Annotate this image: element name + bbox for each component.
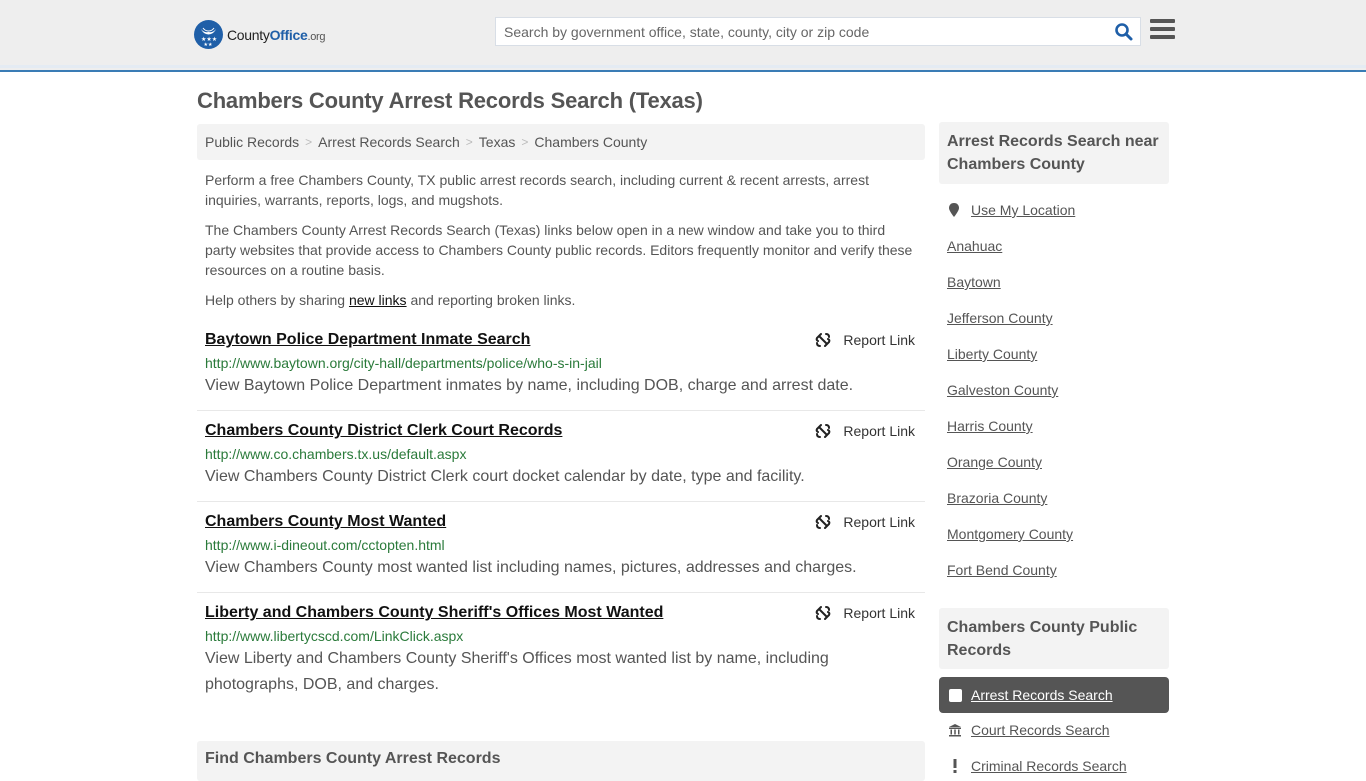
breadcrumb-separator: > xyxy=(305,135,313,149)
result-url: http://www.co.chambers.tx.us/default.asp… xyxy=(205,446,467,462)
result-item: Baytown Police Department Inmate Search … xyxy=(197,330,925,411)
nearby-link-baytown[interactable]: Baytown xyxy=(947,273,1001,291)
eagle-stars-logo-icon: ★★★ ★★ xyxy=(194,20,223,49)
nearby-link-brazoria-county[interactable]: Brazoria County xyxy=(947,489,1047,507)
result-description: View Chambers County District Clerk cour… xyxy=(205,468,805,485)
nearby-link-fort-bend-county[interactable]: Fort Bend County xyxy=(947,561,1057,579)
breadcrumb-public-records[interactable]: Public Records xyxy=(205,134,299,150)
logo-wordmark: CountyOffice.org xyxy=(227,26,326,43)
breadcrumb-separator: > xyxy=(465,135,473,149)
nearby-link-harris-county[interactable]: Harris County xyxy=(947,417,1033,435)
sidebar-item-arrest-records-search[interactable]: Arrest Records Search xyxy=(939,677,1169,713)
sidebar-item-court-records-search[interactable]: Court Records Search xyxy=(947,722,1110,738)
sidebar-item-criminal-records-search[interactable]: Criminal Records Search xyxy=(947,758,1127,774)
result-title-link[interactable]: Baytown Police Department Inmate Search xyxy=(205,330,530,350)
result-description: View Chambers County most wanted list in… xyxy=(205,559,857,576)
search-box xyxy=(495,17,1141,46)
search-icon[interactable] xyxy=(1114,22,1134,42)
hamburger-menu-icon[interactable] xyxy=(1150,19,1175,41)
breadcrumb-separator: > xyxy=(521,135,529,149)
intro-paragraph: Perform a free Chambers County, TX publi… xyxy=(205,172,869,208)
result-url: http://www.libertycscd.com/LinkClick.asp… xyxy=(205,628,464,644)
result-description: View Liberty and Chambers County Sheriff… xyxy=(205,650,829,693)
nearby-link-orange-county[interactable]: Orange County xyxy=(947,453,1042,471)
result-item: Chambers County District Clerk Court Rec… xyxy=(197,421,925,502)
help-paragraph: Help others by sharing new links and rep… xyxy=(205,292,576,308)
find-records-heading: Find Chambers County Arrest Records xyxy=(197,741,925,781)
nearby-link-anahuac[interactable]: Anahuac xyxy=(947,237,1002,255)
checkbox-icon xyxy=(949,688,962,702)
result-item: Chambers County Most Wanted Report Link … xyxy=(197,512,925,593)
broken-link-icon xyxy=(816,606,831,620)
nearby-heading: Arrest Records Search near Chambers Coun… xyxy=(939,122,1169,184)
map-pin-icon xyxy=(949,203,959,217)
result-url: http://www.baytown.org/city-hall/departm… xyxy=(205,355,602,371)
disclaimer-paragraph: The Chambers County Arrest Records Searc… xyxy=(205,222,913,278)
exclamation-icon xyxy=(947,759,963,773)
nearby-link-galveston-county[interactable]: Galveston County xyxy=(947,381,1058,399)
svg-text:★★: ★★ xyxy=(204,42,213,48)
result-title-link[interactable]: Liberty and Chambers County Sheriff's Of… xyxy=(205,603,663,623)
site-header: ★★★ ★★ CountyOffice.org xyxy=(0,0,1366,72)
public-records-heading: Chambers County Public Records xyxy=(939,608,1169,669)
report-link-button[interactable]: Report Link xyxy=(815,605,915,621)
breadcrumb-texas[interactable]: Texas xyxy=(479,134,516,150)
broken-link-icon xyxy=(816,515,831,529)
report-link-button[interactable]: Report Link xyxy=(815,423,915,439)
broken-link-icon xyxy=(816,424,831,438)
nearby-link-liberty-county[interactable]: Liberty County xyxy=(947,345,1037,363)
new-links-link[interactable]: new links xyxy=(349,292,407,308)
result-description: View Baytown Police Department inmates b… xyxy=(205,377,854,394)
result-url: http://www.i-dineout.com/cctopten.html xyxy=(205,537,445,553)
breadcrumb-chambers-county: Chambers County xyxy=(534,134,648,150)
use-my-location[interactable]: Use My Location xyxy=(947,201,1075,219)
report-link-button[interactable]: Report Link xyxy=(815,514,915,530)
page-title: Chambers County Arrest Records Search (T… xyxy=(197,88,703,113)
broken-link-icon xyxy=(816,333,831,347)
courthouse-icon xyxy=(947,723,963,737)
report-link-button[interactable]: Report Link xyxy=(815,332,915,348)
nearby-link-montgomery-county[interactable]: Montgomery County xyxy=(947,525,1073,543)
result-title-link[interactable]: Chambers County District Clerk Court Rec… xyxy=(205,421,562,441)
result-title-link[interactable]: Chambers County Most Wanted xyxy=(205,512,446,532)
search-input[interactable] xyxy=(496,18,1096,45)
breadcrumb-arrest-records-search[interactable]: Arrest Records Search xyxy=(318,134,460,150)
nearby-link-jefferson-county[interactable]: Jefferson County xyxy=(947,309,1053,327)
breadcrumb: Public Records > Arrest Records Search >… xyxy=(197,124,925,160)
result-item: Liberty and Chambers County Sheriff's Of… xyxy=(197,603,925,703)
site-logo[interactable]: ★★★ ★★ CountyOffice.org xyxy=(194,20,326,49)
